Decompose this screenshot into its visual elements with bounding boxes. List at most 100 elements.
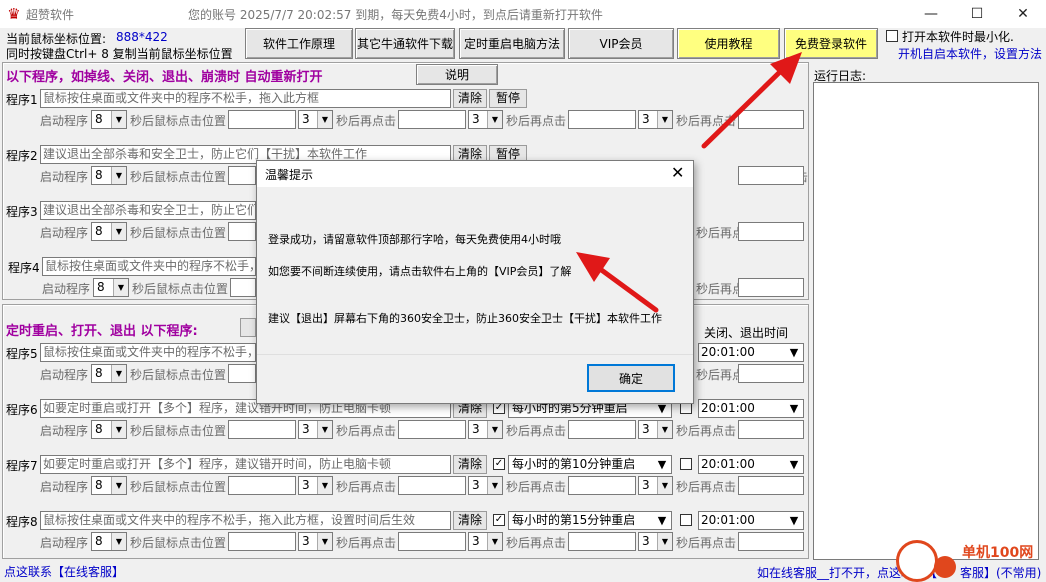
click-pos-input[interactable] (228, 364, 256, 383)
start-delay-select[interactable]: 8 ▼ (91, 476, 127, 495)
delay3-select[interactable]: 3 ▼ (468, 532, 503, 551)
program-path-input[interactable]: 如要定时重启或打开【多个】程序，建议错开时间，防止电脑卡顿 (40, 455, 451, 474)
chevron-down-icon: ▼ (487, 477, 502, 494)
clear-button[interactable]: 清除 (453, 511, 487, 530)
click-again-input[interactable] (738, 476, 804, 495)
program-label: 程序4 (8, 261, 40, 275)
click-again-label: 秒后再点击 (506, 424, 567, 438)
maximize-button[interactable]: ☐ (954, 0, 1000, 28)
select-value: 3 (642, 422, 650, 436)
start-delay-select[interactable]: 8 ▼ (91, 166, 127, 185)
start-delay-label: 启动程序 (42, 282, 91, 296)
close-time-select[interactable]: 20:01:00 ▼ (698, 399, 804, 418)
close-time-header: 关闭、退出时间 (704, 326, 789, 340)
schedule-checkbox[interactable]: ✓ (493, 458, 505, 470)
program-path-input[interactable]: 鼠标按住桌面或文件夹中的程序不松手，拖入此方框，设置时间后生效 (40, 343, 256, 362)
start-delay-select[interactable]: 8 ▼ (91, 110, 127, 129)
dialog-close-icon[interactable]: ✕ (671, 163, 684, 182)
click-pos-input[interactable] (228, 420, 296, 439)
pause-button[interactable]: 暂停 (489, 89, 527, 108)
close-time-checkbox[interactable] (680, 458, 692, 470)
click-pos-input[interactable] (228, 222, 256, 241)
click-again-input[interactable] (738, 532, 804, 551)
click-pos-input[interactable] (228, 166, 256, 185)
delay4-select[interactable]: 3 ▼ (638, 476, 673, 495)
select-value: 8 (97, 280, 105, 294)
start-delay-select[interactable]: 8 ▼ (91, 364, 127, 383)
ok-button[interactable]: 确定 (587, 364, 675, 392)
click-again-input[interactable] (738, 278, 804, 297)
start-delay-select[interactable]: 8 ▼ (91, 532, 127, 551)
click-again-input[interactable] (568, 110, 636, 129)
delay4-select[interactable]: 3 ▼ (638, 532, 673, 551)
close-time-checkbox[interactable] (680, 514, 692, 526)
start-delay-label: 启动程序 (40, 536, 89, 550)
watermark-text: 单机100网 (962, 545, 1034, 561)
minimize-on-start-checkbox[interactable] (886, 30, 898, 42)
click-pos-input[interactable] (228, 532, 296, 551)
autostart-link[interactable]: 开机自启本软件，设置方法 (898, 45, 1042, 62)
click-again-input[interactable] (738, 166, 804, 185)
delay2-select[interactable]: 3 ▼ (298, 420, 333, 439)
delay3-select[interactable]: 3 ▼ (468, 110, 503, 129)
select-value: 3 (302, 478, 310, 492)
chevron-down-icon: ▼ (317, 111, 332, 128)
click-again-input[interactable] (398, 420, 466, 439)
click-again-input[interactable] (568, 476, 636, 495)
run-log-area[interactable] (813, 82, 1039, 560)
click-again-input[interactable] (568, 420, 636, 439)
program-path-input[interactable]: 建议退出全部杀毒和安全卫士，防止它们【干扰】本软件工作 (40, 201, 256, 220)
click-pos-input[interactable] (228, 110, 296, 129)
software-download-button[interactable]: 其它牛通软件下载 (355, 28, 455, 59)
close-button[interactable]: ✕ (1000, 0, 1046, 28)
start-delay-select[interactable]: 8 ▼ (91, 222, 127, 241)
select-value: 每小时的第15分钟重启 (512, 513, 636, 527)
click-again-label: 秒后再点击 (676, 480, 737, 494)
work-principle-button[interactable]: 软件工作原理 (245, 28, 353, 59)
schedule-checkbox[interactable]: ✓ (493, 514, 505, 526)
click-again-label: 秒后再点击 (506, 480, 567, 494)
program-path-input[interactable]: 鼠标按住桌面或文件夹中的程序不松手，拖入此方框 (42, 257, 256, 276)
restart-method-button[interactable]: 定时重启电脑方法 (459, 28, 565, 59)
close-time-select[interactable]: 20:01:00 ▼ (698, 511, 804, 530)
delay4-select[interactable]: 3 ▼ (638, 110, 673, 129)
delay4-select[interactable]: 3 ▼ (638, 420, 673, 439)
start-delay-select[interactable]: 8 ▼ (91, 420, 127, 439)
clear-button[interactable]: 清除 (453, 455, 487, 474)
click-again-input[interactable] (738, 222, 804, 241)
vip-button[interactable]: VIP会员 (568, 28, 674, 59)
close-time-select[interactable]: 20:01:00 ▼ (698, 343, 804, 362)
click-again-input[interactable] (738, 420, 804, 439)
timed-explain-button[interactable] (240, 318, 256, 337)
click-pos-label: 秒后鼠标点击位置 (130, 536, 227, 550)
delay2-select[interactable]: 3 ▼ (298, 110, 333, 129)
close-time-select[interactable]: 20:01:00 ▼ (698, 455, 804, 474)
backup-service-link-tail[interactable]: 客服】(不常用) (960, 564, 1041, 581)
start-delay-select[interactable]: 8 ▼ (93, 278, 129, 297)
clear-button[interactable]: 清除 (453, 89, 487, 108)
delay3-select[interactable]: 3 ▼ (468, 476, 503, 495)
delay2-select[interactable]: 3 ▼ (298, 532, 333, 551)
window-title: 超赞软件 (26, 8, 75, 22)
click-again-input[interactable] (398, 476, 466, 495)
chevron-down-icon: ▼ (487, 111, 502, 128)
click-again-input[interactable] (398, 110, 466, 129)
click-pos-input[interactable] (230, 278, 256, 297)
minimize-button[interactable]: — (908, 0, 954, 28)
program-path-input[interactable]: 鼠标按住桌面或文件夹中的程序不松手，拖入此方框，设置时间后生效 (40, 511, 451, 530)
click-pos-input[interactable] (228, 476, 296, 495)
select-value: 3 (302, 112, 310, 126)
program-path-input[interactable]: 鼠标按住桌面或文件夹中的程序不松手，拖入此方框 (40, 89, 451, 108)
delay3-select[interactable]: 3 ▼ (468, 420, 503, 439)
delay2-select[interactable]: 3 ▼ (298, 476, 333, 495)
click-again-label: 秒后再点击 (336, 114, 397, 128)
schedule-select[interactable]: 每小时的第10分钟重启 ▼ (508, 455, 672, 474)
click-again-input[interactable] (398, 532, 466, 551)
program-label: 程序6 (6, 403, 38, 417)
schedule-select[interactable]: 每小时的第15分钟重启 ▼ (508, 511, 672, 530)
click-again-input[interactable] (738, 364, 804, 383)
click-again-input[interactable] (568, 532, 636, 551)
explain-button[interactable]: 说明 (416, 64, 498, 85)
online-service-link[interactable]: 点这联系【在线客服】 (4, 563, 124, 580)
select-value: 8 (95, 534, 103, 548)
